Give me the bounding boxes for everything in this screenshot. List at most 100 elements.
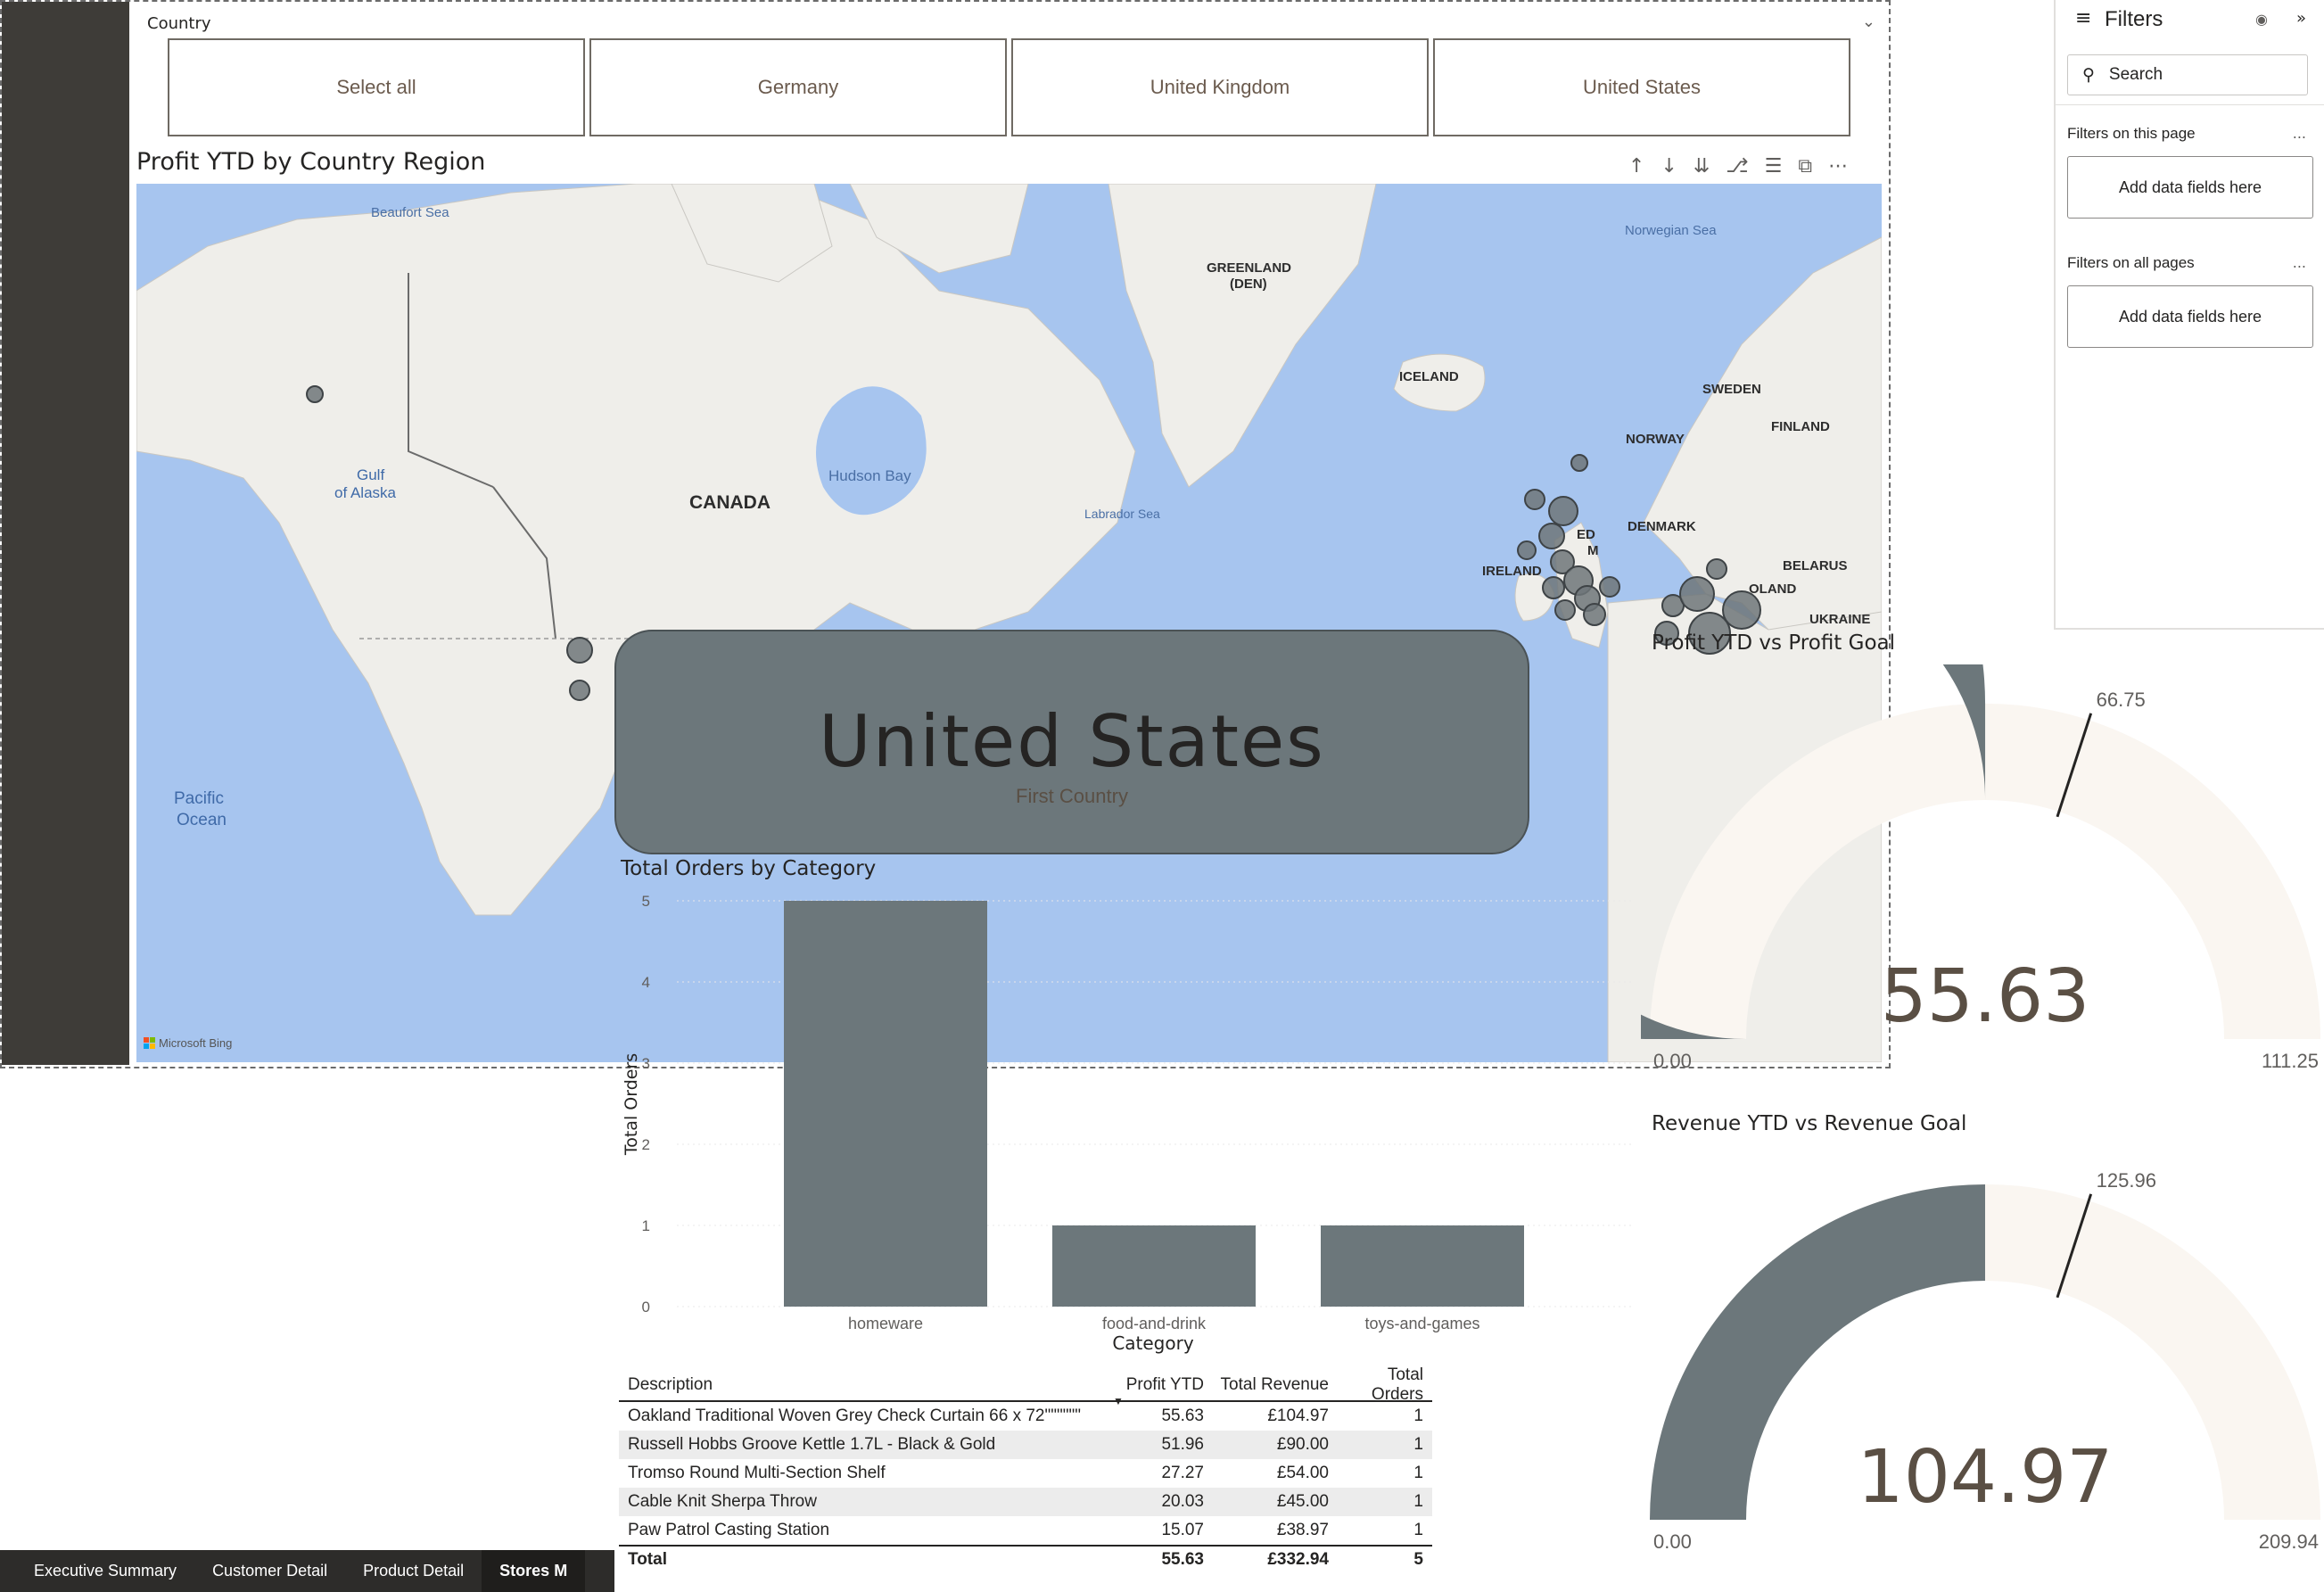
more-options-icon[interactable]: ... xyxy=(2293,125,2306,142)
column-header-profit[interactable]: Profit YTD xyxy=(1111,1375,1209,1395)
y-tick-label: 0 xyxy=(642,1299,650,1316)
y-tick-label: 2 xyxy=(642,1136,650,1153)
map-bubble[interactable] xyxy=(1538,523,1565,549)
gauge-target-label: 66.75 xyxy=(2097,689,2146,711)
x-axis-label: Category xyxy=(1112,1332,1194,1354)
revenue-gauge[interactable]: 125.96 104.97 0.00 209.94 xyxy=(1641,1145,2324,1573)
slicer-option-select-all[interactable]: Select all xyxy=(168,38,585,136)
map-label-pacific-2: Ocean xyxy=(177,811,227,829)
map-label-sweden: SWEDEN xyxy=(1702,382,1761,397)
table-row[interactable]: Russell Hobbs Groove Kettle 1.7L - Black… xyxy=(619,1431,1432,1459)
map-label-ireland: IRELAND xyxy=(1482,564,1542,579)
product-table[interactable]: Description Profit YTD Total Revenue Tot… xyxy=(619,1365,1432,1573)
gauge-min-label: 0.00 xyxy=(1653,1050,1692,1072)
map-label-uk-fragment: ED xyxy=(1577,527,1595,542)
table-row[interactable]: Tromso Round Multi-Section Shelf 27.27 £… xyxy=(619,1459,1432,1488)
map-bubble[interactable] xyxy=(569,680,590,701)
table-total-row: Total 55.63 £332.94 5 xyxy=(619,1545,1432,1573)
tab-executive-summary[interactable]: Executive Summary xyxy=(0,1550,194,1592)
tab-product-detail[interactable]: Product Detail xyxy=(345,1550,482,1592)
column-header-revenue[interactable]: Total Revenue xyxy=(1209,1375,1334,1395)
map-label-hudson: Hudson Bay xyxy=(828,467,911,484)
bing-attribution-text: Microsoft Bing xyxy=(159,1036,233,1050)
map-bubble[interactable] xyxy=(1706,558,1727,580)
cell: £332.94 xyxy=(1267,1550,1329,1569)
map-bubble[interactable] xyxy=(1542,576,1565,599)
y-tick-label: 3 xyxy=(642,1055,650,1072)
filter-icon: ≡ xyxy=(2075,7,2092,29)
filter-search-input[interactable]: ⚲ Search xyxy=(2067,54,2308,95)
bar xyxy=(784,901,987,1307)
x-tick-label: toys-and-games xyxy=(1364,1315,1479,1332)
map-bubble[interactable] xyxy=(1679,576,1715,612)
map-bubble[interactable] xyxy=(1548,496,1578,526)
card-label: First Country xyxy=(1016,785,1128,807)
cell: 1 xyxy=(1413,1464,1423,1482)
gauge-value: 55.63 xyxy=(1881,954,2090,1039)
cell: 1 xyxy=(1413,1406,1423,1425)
page-filter-drop-zone[interactable]: Add data fields here xyxy=(2067,156,2313,219)
profit-gauge[interactable]: 66.75 55.63 0.00 111.25 xyxy=(1641,664,2324,1093)
map-bubble[interactable] xyxy=(1599,576,1620,598)
y-tick-label: 1 xyxy=(642,1217,650,1234)
tab-customer-detail[interactable]: Customer Detail xyxy=(194,1550,345,1592)
revenue-gauge-title: Revenue YTD vs Revenue Goal xyxy=(1652,1112,1967,1135)
gauge-max-label: 111.25 xyxy=(2262,1050,2319,1072)
more-options-icon[interactable]: ... xyxy=(2293,254,2306,271)
map-bubble[interactable] xyxy=(566,637,593,664)
tab-stores-map[interactable]: Stores M xyxy=(482,1550,586,1592)
page-tabs: Executive Summary Customer Detail Produc… xyxy=(0,1550,614,1592)
map-label-gulf-2: of Alaska xyxy=(334,484,396,501)
bar-chart[interactable]: 0 1 2 3 4 5 homeware food-and-drink toys-and-gam… xyxy=(614,883,1640,1356)
eye-icon[interactable]: ◉ xyxy=(2255,11,2268,28)
x-tick-label: homeware xyxy=(848,1315,923,1332)
collapse-pane-icon[interactable]: » xyxy=(2296,9,2306,28)
filters-on-page-label: Filters on this page xyxy=(2067,125,2196,142)
first-country-card[interactable]: United States First Country xyxy=(614,630,1529,854)
cell: Cable Knit Sherpa Throw xyxy=(628,1492,817,1511)
cell: £90.00 xyxy=(1276,1435,1329,1454)
filters-pane: ≡ Filters ◉ » ⚲ Search Filters on this p… xyxy=(2054,0,2324,630)
map-bubble[interactable] xyxy=(1554,599,1576,621)
all-pages-filter-drop-zone[interactable]: Add data fields here xyxy=(2067,285,2313,348)
microsoft-logo-icon xyxy=(144,1037,155,1049)
sort-descending-icon[interactable]: ↓ xyxy=(1661,155,1677,177)
map-bubble[interactable] xyxy=(1570,454,1588,472)
expand-all-icon[interactable]: ⇊ xyxy=(1694,155,1710,177)
cell: 1 xyxy=(1413,1435,1423,1454)
map-bubble[interactable] xyxy=(1524,489,1545,510)
sort-ascending-icon[interactable]: ↑ xyxy=(1628,155,1644,177)
country-slicer: Country ⌄ Select all Germany United King… xyxy=(131,5,1888,141)
column-header-description[interactable]: Description xyxy=(619,1375,1111,1395)
map-bubble[interactable] xyxy=(1517,540,1537,560)
cell: Total xyxy=(628,1550,667,1569)
map-bubble[interactable] xyxy=(1583,603,1606,626)
map-bubble[interactable] xyxy=(306,385,324,403)
bing-attribution: Microsoft Bing xyxy=(144,1036,232,1050)
slicer-option-germany[interactable]: Germany xyxy=(589,38,1007,136)
map-label-poland: OLAND xyxy=(1749,582,1797,597)
drill-icon[interactable]: ⎇ xyxy=(1726,155,1748,177)
slicer-option-united-states[interactable]: United States xyxy=(1433,38,1850,136)
more-options-icon[interactable]: ⋯ xyxy=(1828,155,1848,177)
focus-mode-icon[interactable]: ⧉ xyxy=(1798,155,1812,177)
chevron-down-icon[interactable]: ⌄ xyxy=(1862,12,1875,31)
table-row[interactable]: Oakland Traditional Woven Grey Check Cur… xyxy=(619,1402,1432,1431)
gauge-value: 104.97 xyxy=(1858,1435,2114,1520)
y-axis-label: Total Orders xyxy=(622,1053,641,1156)
cell: 1 xyxy=(1413,1492,1423,1511)
table-row[interactable]: Cable Knit Sherpa Throw 20.03 £45.00 1 xyxy=(619,1488,1432,1516)
navigation-strip xyxy=(2,2,129,1065)
slicer-option-united-kingdom[interactable]: United Kingdom xyxy=(1011,38,1429,136)
table-row[interactable]: Paw Patrol Casting Station 15.07 £38.97 … xyxy=(619,1516,1432,1545)
table-header: Description Profit YTD Total Revenue Tot… xyxy=(619,1365,1432,1404)
cell: £54.00 xyxy=(1276,1464,1329,1482)
map-bubble[interactable] xyxy=(1722,590,1761,630)
y-tick-label: 4 xyxy=(642,974,650,991)
filter-icon[interactable]: ☰ xyxy=(1765,155,1783,177)
map-label-norway: NORWAY xyxy=(1626,432,1685,447)
map-title: Profit YTD by Country Region xyxy=(136,148,486,176)
column-header-orders[interactable]: Total Orders xyxy=(1334,1365,1432,1405)
gauge-target-label: 125.96 xyxy=(2097,1169,2156,1192)
gauge-max-label: 209.94 xyxy=(2259,1530,2319,1553)
